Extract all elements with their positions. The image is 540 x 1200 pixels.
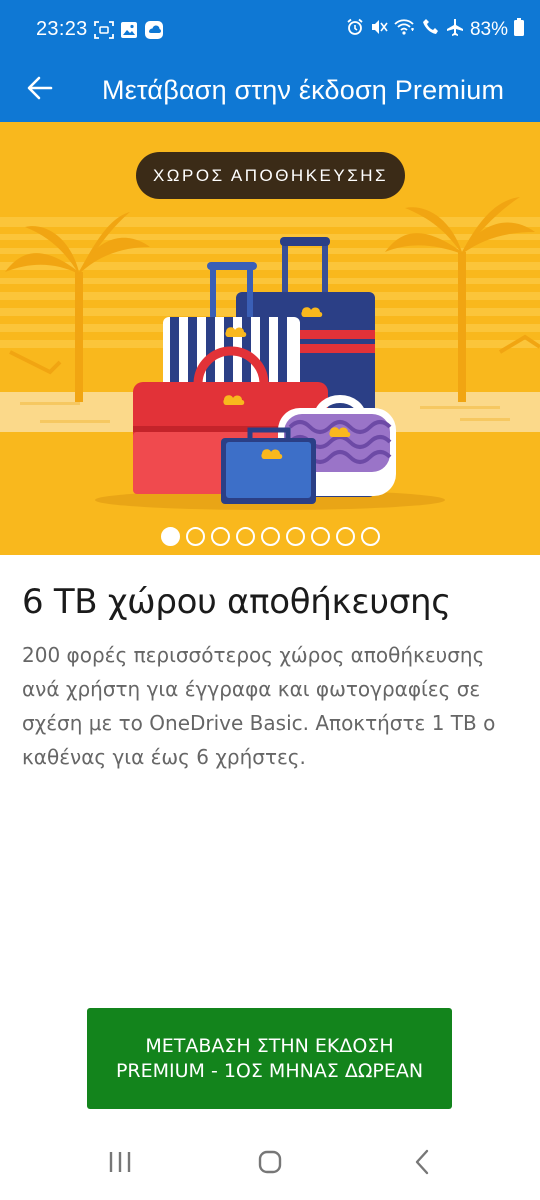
storage-chip: ΧΩΡΟΣ ΑΠΟΘΗΚΕΥΣΗΣ (136, 152, 405, 199)
pager-dot[interactable] (210, 527, 230, 546)
battery-icon (514, 18, 524, 41)
feature-title: 6 TB χώρου αποθήκευσης (22, 582, 451, 622)
mute-icon (370, 18, 388, 41)
back-icon (412, 1149, 432, 1180)
gallery-icon (120, 21, 138, 44)
system-nav-bar (0, 1130, 540, 1200)
app-bar: Μετάβαση στην έκδοση Premium (0, 60, 540, 122)
back-button[interactable] (18, 68, 62, 112)
hero-banner: ΧΩΡΟΣ ΑΠΟΘΗΚΕΥΣΗΣ (0, 122, 540, 555)
status-time: 23:23 (36, 18, 88, 40)
nav-back-button[interactable] (402, 1148, 442, 1180)
wifi-calling-icon (394, 18, 416, 41)
status-bar: 23:23 83% (0, 0, 540, 60)
screen: 23:23 83% Μετάβαση στην έκδοση Premium Χ… (0, 0, 540, 1200)
home-button[interactable] (250, 1148, 290, 1180)
alarm-icon (346, 18, 364, 41)
status-left-icons (94, 20, 164, 45)
pager-dot[interactable] (160, 527, 180, 546)
feature-description: 200 φορές περισσότερος χώρος αποθήκευσης… (22, 643, 496, 769)
back-arrow-icon (27, 76, 53, 105)
screenshot-icon (94, 21, 114, 44)
recent-apps-button[interactable] (100, 1148, 140, 1180)
carousel-pager (0, 527, 540, 549)
pager-dot[interactable] (235, 527, 255, 546)
app-notification-icon (144, 20, 164, 45)
battery-percent: 83% (469, 18, 508, 40)
status-right-icons: 83% (346, 18, 524, 41)
home-icon (257, 1149, 283, 1180)
pager-dot[interactable] (335, 527, 355, 546)
page-title: Μετάβαση στην έκδοση Premium (102, 75, 505, 105)
pager-dot[interactable] (310, 527, 330, 546)
go-premium-button[interactable]: ΜΕΤΑΒΑΣΗ ΣΤΗΝ ΕΚΔΟΣΗ PREMIUM - 1ΟΣ ΜΗΝΑΣ… (87, 1008, 452, 1109)
pager-dot[interactable] (360, 527, 380, 546)
pager-dot[interactable] (260, 527, 280, 546)
pager-dot[interactable] (285, 527, 305, 546)
recent-apps-icon (107, 1150, 133, 1179)
pager-dot[interactable] (185, 527, 205, 546)
airplane-icon (446, 18, 464, 41)
call-icon (422, 18, 440, 41)
